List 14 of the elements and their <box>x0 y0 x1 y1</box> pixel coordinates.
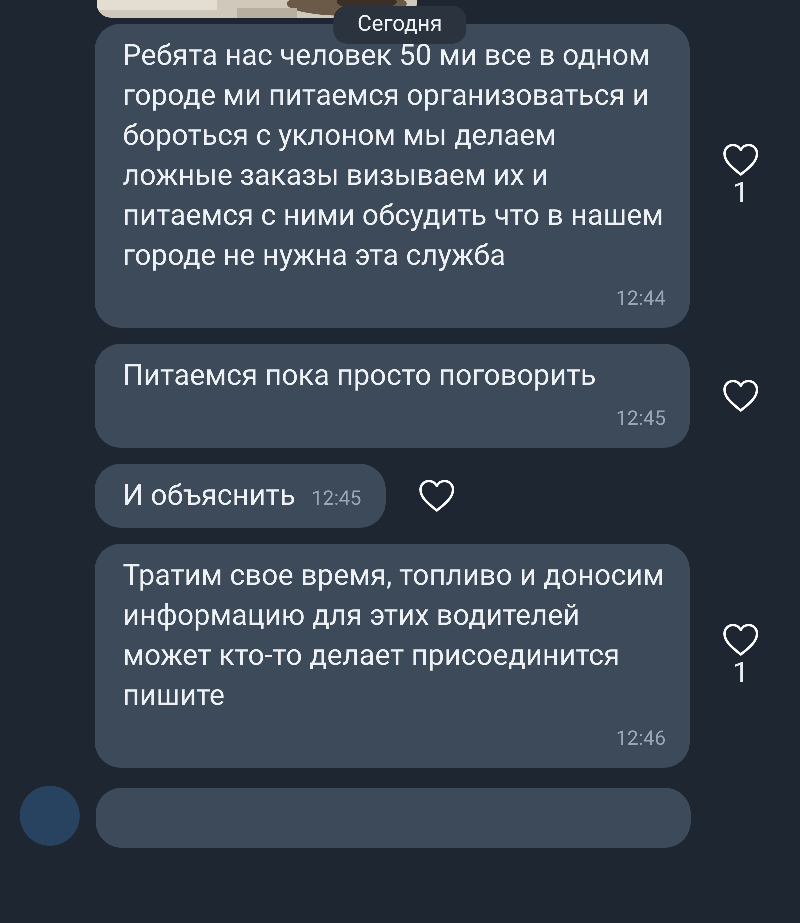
message-text: Тратим свое время, топливо и доносим информацию для этих водителей может кто-то делает присоединится пишите <box>123 558 666 715</box>
message-text: Питаемся пока просто поговорить <box>123 358 598 395</box>
heart-icon[interactable] <box>722 623 760 657</box>
like-count: 1 <box>733 657 749 689</box>
message-time: 12:45 <box>312 485 362 512</box>
message-text: И объяснить <box>123 478 296 515</box>
like-count: 1 <box>733 177 749 209</box>
message-time: 12:46 <box>616 725 666 752</box>
date-chip: Сегодня <box>334 6 466 44</box>
heart-icon[interactable] <box>722 143 760 177</box>
message-time: 12:45 <box>616 405 666 432</box>
heart-icon[interactable] <box>418 479 456 513</box>
message-time: 12:44 <box>616 285 666 312</box>
heart-icon[interactable] <box>722 379 760 413</box>
